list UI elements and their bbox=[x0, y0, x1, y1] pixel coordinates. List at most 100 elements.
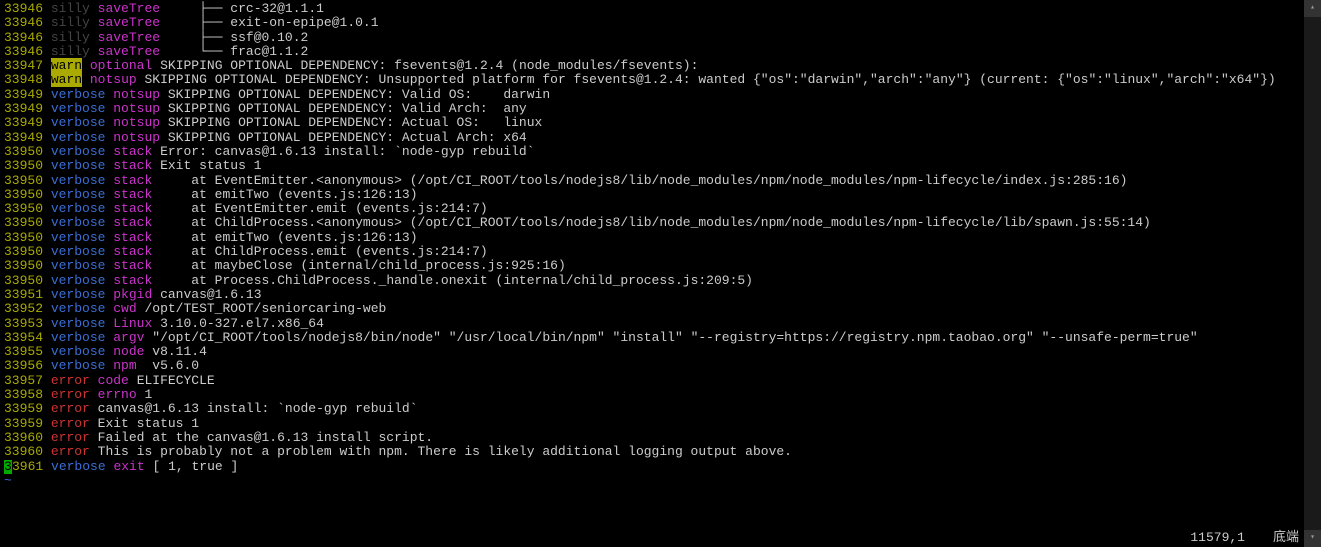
log-tag: errno bbox=[98, 387, 137, 402]
log-tag: notsup bbox=[113, 87, 160, 102]
log-level: verbose bbox=[51, 230, 106, 245]
line-number: 33946 bbox=[4, 44, 43, 59]
log-message: SKIPPING OPTIONAL DEPENDENCY: Unsupporte… bbox=[144, 72, 1275, 87]
cursor: 3 bbox=[4, 460, 12, 474]
log-level: verbose bbox=[51, 459, 106, 474]
log-message: 3.10.0-327.el7.x86_64 bbox=[160, 316, 324, 331]
log-tag: stack bbox=[113, 230, 152, 245]
log-line: 33960 error This is probably not a probl… bbox=[4, 445, 1317, 459]
line-number: 33949 bbox=[4, 130, 43, 145]
log-line: 33950 verbose stack at EventEmitter.<ano… bbox=[4, 174, 1317, 188]
log-message: /opt/TEST_ROOT/seniorcaring-web bbox=[144, 301, 386, 316]
log-level: verbose bbox=[51, 301, 106, 316]
log-line: 33959 error Exit status 1 bbox=[4, 417, 1317, 431]
log-level: error bbox=[51, 416, 90, 431]
line-number: 33949 bbox=[4, 101, 43, 116]
line-number: 33946 bbox=[4, 30, 43, 45]
log-tag: saveTree bbox=[98, 15, 160, 30]
line-number: 33950 bbox=[4, 144, 43, 159]
terminal-output[interactable]: 33946 silly saveTree ├── crc-32@1.1.1339… bbox=[0, 0, 1321, 490]
scrollbar-track[interactable] bbox=[1304, 17, 1321, 530]
log-message: ├── exit-on-epipe@1.0.1 bbox=[168, 15, 379, 30]
log-line: 33957 error code ELIFECYCLE bbox=[4, 374, 1317, 388]
line-number: 33949 bbox=[4, 87, 43, 102]
log-message: └── frac@1.1.2 bbox=[168, 44, 308, 59]
scroll-up-arrow[interactable]: ▴ bbox=[1304, 0, 1321, 17]
log-tag: npm bbox=[113, 358, 136, 373]
log-level: verbose bbox=[51, 158, 106, 173]
log-tag: notsup bbox=[113, 101, 160, 116]
log-tag: stack bbox=[113, 201, 152, 216]
log-message: v8.11.4 bbox=[152, 344, 207, 359]
log-line: 33949 verbose notsup SKIPPING OPTIONAL D… bbox=[4, 88, 1317, 102]
log-message: SKIPPING OPTIONAL DEPENDENCY: fsevents@1… bbox=[160, 58, 698, 73]
log-message: ELIFECYCLE bbox=[137, 373, 215, 388]
log-tag: saveTree bbox=[98, 30, 160, 45]
vertical-scrollbar[interactable]: ▴ ▾ bbox=[1304, 0, 1321, 547]
log-line: 33950 verbose stack at maybeClose (inter… bbox=[4, 259, 1317, 273]
log-level: error bbox=[51, 387, 90, 402]
scroll-down-arrow[interactable]: ▾ bbox=[1304, 530, 1321, 547]
line-number: 33950 bbox=[4, 187, 43, 202]
line-number: 33956 bbox=[4, 358, 43, 373]
line-number: 33950 bbox=[4, 201, 43, 216]
log-level: silly bbox=[51, 44, 90, 59]
line-number: 33957 bbox=[4, 373, 43, 388]
log-tag: pkgid bbox=[113, 287, 152, 302]
log-tag: notsup bbox=[113, 115, 160, 130]
log-tag: exit bbox=[113, 459, 144, 474]
log-tag: code bbox=[98, 373, 129, 388]
log-line: 33959 error canvas@1.6.13 install: `node… bbox=[4, 402, 1317, 416]
line-number: 33949 bbox=[4, 115, 43, 130]
log-message: ├── ssf@0.10.2 bbox=[168, 30, 308, 45]
log-line: 33946 silly saveTree └── frac@1.1.2 bbox=[4, 45, 1317, 59]
log-message: at ChildProcess.<anonymous> (/opt/CI_ROO… bbox=[160, 215, 1151, 230]
log-line: 33948 warn notsup SKIPPING OPTIONAL DEPE… bbox=[4, 73, 1317, 87]
line-number: 33960 bbox=[4, 444, 43, 459]
log-tag: cwd bbox=[113, 301, 136, 316]
line-number: 33950 bbox=[4, 158, 43, 173]
cursor-position: 11579,1 bbox=[1190, 531, 1245, 545]
log-level: silly bbox=[51, 30, 90, 45]
log-level: verbose bbox=[51, 358, 106, 373]
vim-status-bar: 11579,1 底端 bbox=[1190, 531, 1299, 545]
log-line: 33961 verbose exit [ 1, true ] bbox=[4, 460, 1317, 474]
log-level: error bbox=[51, 373, 90, 388]
log-line: 33950 verbose stack at Process.ChildProc… bbox=[4, 274, 1317, 288]
log-message: canvas@1.6.13 bbox=[160, 287, 261, 302]
log-message: SKIPPING OPTIONAL DEPENDENCY: Actual Arc… bbox=[168, 130, 527, 145]
log-tag: stack bbox=[113, 273, 152, 288]
line-number: 33946 bbox=[4, 15, 43, 30]
line-number: 33959 bbox=[4, 401, 43, 416]
line-number: 33950 bbox=[4, 273, 43, 288]
log-line: 33946 silly saveTree ├── crc-32@1.1.1 bbox=[4, 2, 1317, 16]
log-level: verbose bbox=[51, 115, 106, 130]
log-level: verbose bbox=[51, 173, 106, 188]
log-level: verbose bbox=[51, 215, 106, 230]
log-level: verbose bbox=[51, 287, 106, 302]
line-number: 33955 bbox=[4, 344, 43, 359]
line-number: 33950 bbox=[4, 244, 43, 259]
line-number: 3961 bbox=[12, 459, 43, 474]
log-level: error bbox=[51, 430, 90, 445]
log-message: [ 1, true ] bbox=[152, 459, 238, 474]
log-message: Failed at the canvas@1.6.13 install scri… bbox=[98, 430, 433, 445]
log-level: verbose bbox=[51, 330, 106, 345]
log-message: at EventEmitter.<anonymous> (/opt/CI_ROO… bbox=[160, 173, 1127, 188]
log-tag: stack bbox=[113, 244, 152, 259]
log-line: 33946 silly saveTree ├── ssf@0.10.2 bbox=[4, 31, 1317, 45]
log-line: 33958 error errno 1 bbox=[4, 388, 1317, 402]
line-number: 33958 bbox=[4, 387, 43, 402]
log-level: error bbox=[51, 401, 90, 416]
log-line: 33950 verbose stack Error: canvas@1.6.13… bbox=[4, 145, 1317, 159]
log-line: 33950 verbose stack at emitTwo (events.j… bbox=[4, 188, 1317, 202]
log-line: 33947 warn optional SKIPPING OPTIONAL DE… bbox=[4, 59, 1317, 73]
log-line: 33955 verbose node v8.11.4 bbox=[4, 345, 1317, 359]
log-line: 33952 verbose cwd /opt/TEST_ROOT/seniorc… bbox=[4, 302, 1317, 316]
log-message: SKIPPING OPTIONAL DEPENDENCY: Valid Arch… bbox=[168, 101, 527, 116]
line-number: 33950 bbox=[4, 215, 43, 230]
line-number: 33950 bbox=[4, 230, 43, 245]
log-line: 33949 verbose notsup SKIPPING OPTIONAL D… bbox=[4, 131, 1317, 145]
line-number: 33959 bbox=[4, 416, 43, 431]
log-tag: stack bbox=[113, 173, 152, 188]
